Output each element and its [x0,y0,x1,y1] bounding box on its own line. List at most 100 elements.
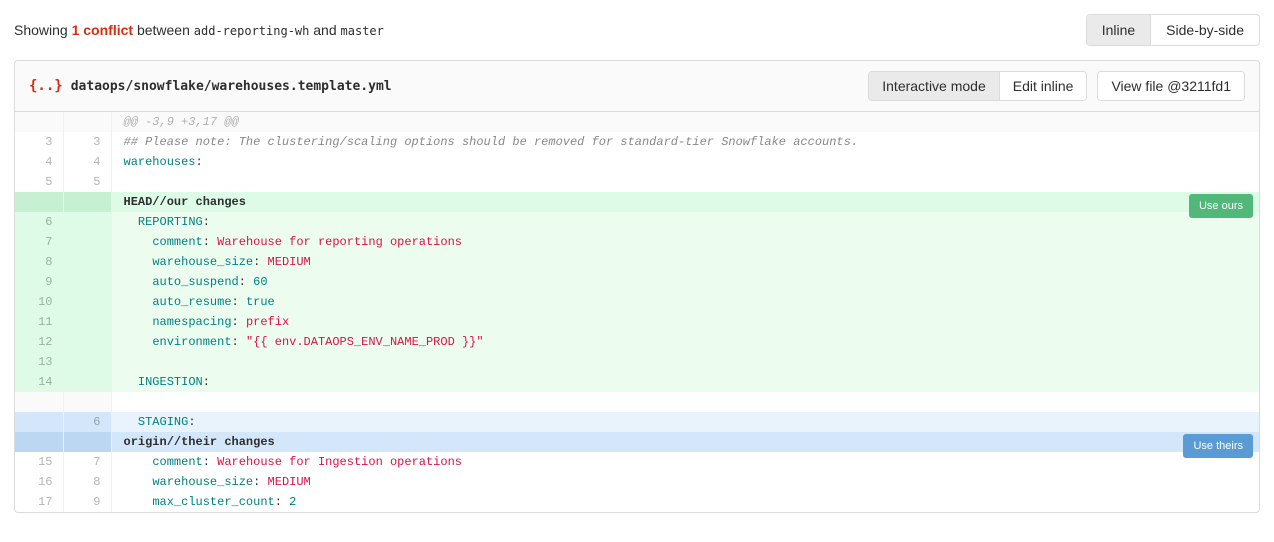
new-line-num [63,232,111,252]
line-content: ## Please note: The clustering/scaling o… [111,132,1259,152]
diff-row: 9 auto_suspend: 60 [15,272,1259,292]
diff-row: 10 auto_resume: true [15,292,1259,312]
view-file-button[interactable]: View file @3211fd1 [1098,72,1244,100]
diff-row: 6 REPORTING: [15,212,1259,232]
interactive-mode-button[interactable]: Interactive mode [869,72,1000,100]
old-line-num [15,112,63,132]
old-line-num: 5 [15,172,63,192]
new-line-num [63,292,111,312]
diff-row: 55 [15,172,1259,192]
new-line-num [63,352,111,372]
summary-and: and [309,22,340,38]
diff-row: 179 max_cluster_count: 2 [15,492,1259,512]
new-line-num [63,212,111,232]
line-content: warehouses: [111,152,1259,172]
file-header: {..} dataops/snowflake/warehouses.templa… [15,61,1259,112]
new-line-num: 6 [63,412,111,432]
line-content: STAGING: [111,412,1259,432]
diff-row: 13 [15,352,1259,372]
line-content: INGESTION: [111,372,1259,392]
diff-row [15,392,1259,412]
old-line-num: 7 [15,232,63,252]
line-content: auto_suspend: 60 [111,272,1259,292]
new-line-num [63,252,111,272]
old-line-num [15,432,63,452]
summary-prefix: Showing [14,22,72,38]
inline-toggle[interactable]: Inline [1087,15,1151,45]
new-line-num [63,332,111,352]
line-content: auto_resume: true [111,292,1259,312]
old-line-num: 14 [15,372,63,392]
new-line-num [63,112,111,132]
line-content [111,392,1259,412]
new-line-num: 8 [63,472,111,492]
line-content: warehouse_size: MEDIUM [111,472,1259,492]
new-line-num [63,312,111,332]
old-line-num [15,192,63,212]
line-content: namespacing: prefix [111,312,1259,332]
diff-row: 12 environment: "{{ env.DATAOPS_ENV_NAME… [15,332,1259,352]
old-line-num: 8 [15,252,63,272]
diff-row: 44warehouses: [15,152,1259,172]
hunk-text: @@ -3,9 +3,17 @@ [111,112,1259,132]
line-content: REPORTING: [111,212,1259,232]
line-content: origin//their changesUse theirs [111,432,1259,452]
old-line-num [15,392,63,412]
old-line-num: 16 [15,472,63,492]
line-content: comment: Warehouse for reporting operati… [111,232,1259,252]
target-branch: master [341,24,384,38]
old-line-num: 6 [15,212,63,232]
old-line-num: 13 [15,352,63,372]
line-content: environment: "{{ env.DATAOPS_ENV_NAME_PR… [111,332,1259,352]
diff-row: 157 comment: Warehouse for Ingestion ope… [15,452,1259,472]
diff-row: origin//their changesUse theirs [15,432,1259,452]
source-branch: add-reporting-wh [194,24,310,38]
old-line-num: 11 [15,312,63,332]
edit-inline-button[interactable]: Edit inline [1000,72,1087,100]
use-ours-button[interactable]: Use ours [1189,194,1253,218]
new-line-num: 5 [63,172,111,192]
conflict-count: 1 conflict [72,22,133,38]
view-toggle: Inline Side-by-side [1086,14,1260,46]
line-content [111,172,1259,192]
line-content [111,352,1259,372]
old-line-num: 3 [15,132,63,152]
old-line-num [15,412,63,432]
hunk-header: @@ -3,9 +3,17 @@ [15,112,1259,132]
new-line-num [63,272,111,292]
new-line-num [63,372,111,392]
diff-row: 168 warehouse_size: MEDIUM [15,472,1259,492]
old-line-num: 12 [15,332,63,352]
new-line-num: 3 [63,132,111,152]
line-content: max_cluster_count: 2 [111,492,1259,512]
old-line-num: 9 [15,272,63,292]
summary-between: between [133,22,194,38]
diff-row: HEAD//our changesUse ours [15,192,1259,212]
diff-table: @@ -3,9 +3,17 @@33## Please note: The cl… [15,112,1259,512]
diff-row: 14 INGESTION: [15,372,1259,392]
new-line-num: 9 [63,492,111,512]
old-line-num: 4 [15,152,63,172]
new-line-num [63,432,111,452]
line-content: warehouse_size: MEDIUM [111,252,1259,272]
new-line-num [63,192,111,212]
old-line-num: 10 [15,292,63,312]
conflict-icon: {..} [29,78,63,94]
diff-row: 7 comment: Warehouse for reporting opera… [15,232,1259,252]
file-panel: {..} dataops/snowflake/warehouses.templa… [14,60,1260,513]
diff-row: 6 STAGING: [15,412,1259,432]
line-content: comment: Warehouse for Ingestion operati… [111,452,1259,472]
new-line-num: 7 [63,452,111,472]
old-line-num: 15 [15,452,63,472]
summary-header: Showing 1 conflict between add-reporting… [14,14,1260,46]
old-line-num: 17 [15,492,63,512]
diff-row: 11 namespacing: prefix [15,312,1259,332]
new-line-num [63,392,111,412]
diff-row: 33## Please note: The clustering/scaling… [15,132,1259,152]
diff-row: 8 warehouse_size: MEDIUM [15,252,1259,272]
use-theirs-button[interactable]: Use theirs [1183,434,1253,458]
sidebyside-toggle[interactable]: Side-by-side [1151,15,1259,45]
file-path: dataops/snowflake/warehouses.template.ym… [71,79,392,94]
new-line-num: 4 [63,152,111,172]
line-content: HEAD//our changesUse ours [111,192,1259,212]
